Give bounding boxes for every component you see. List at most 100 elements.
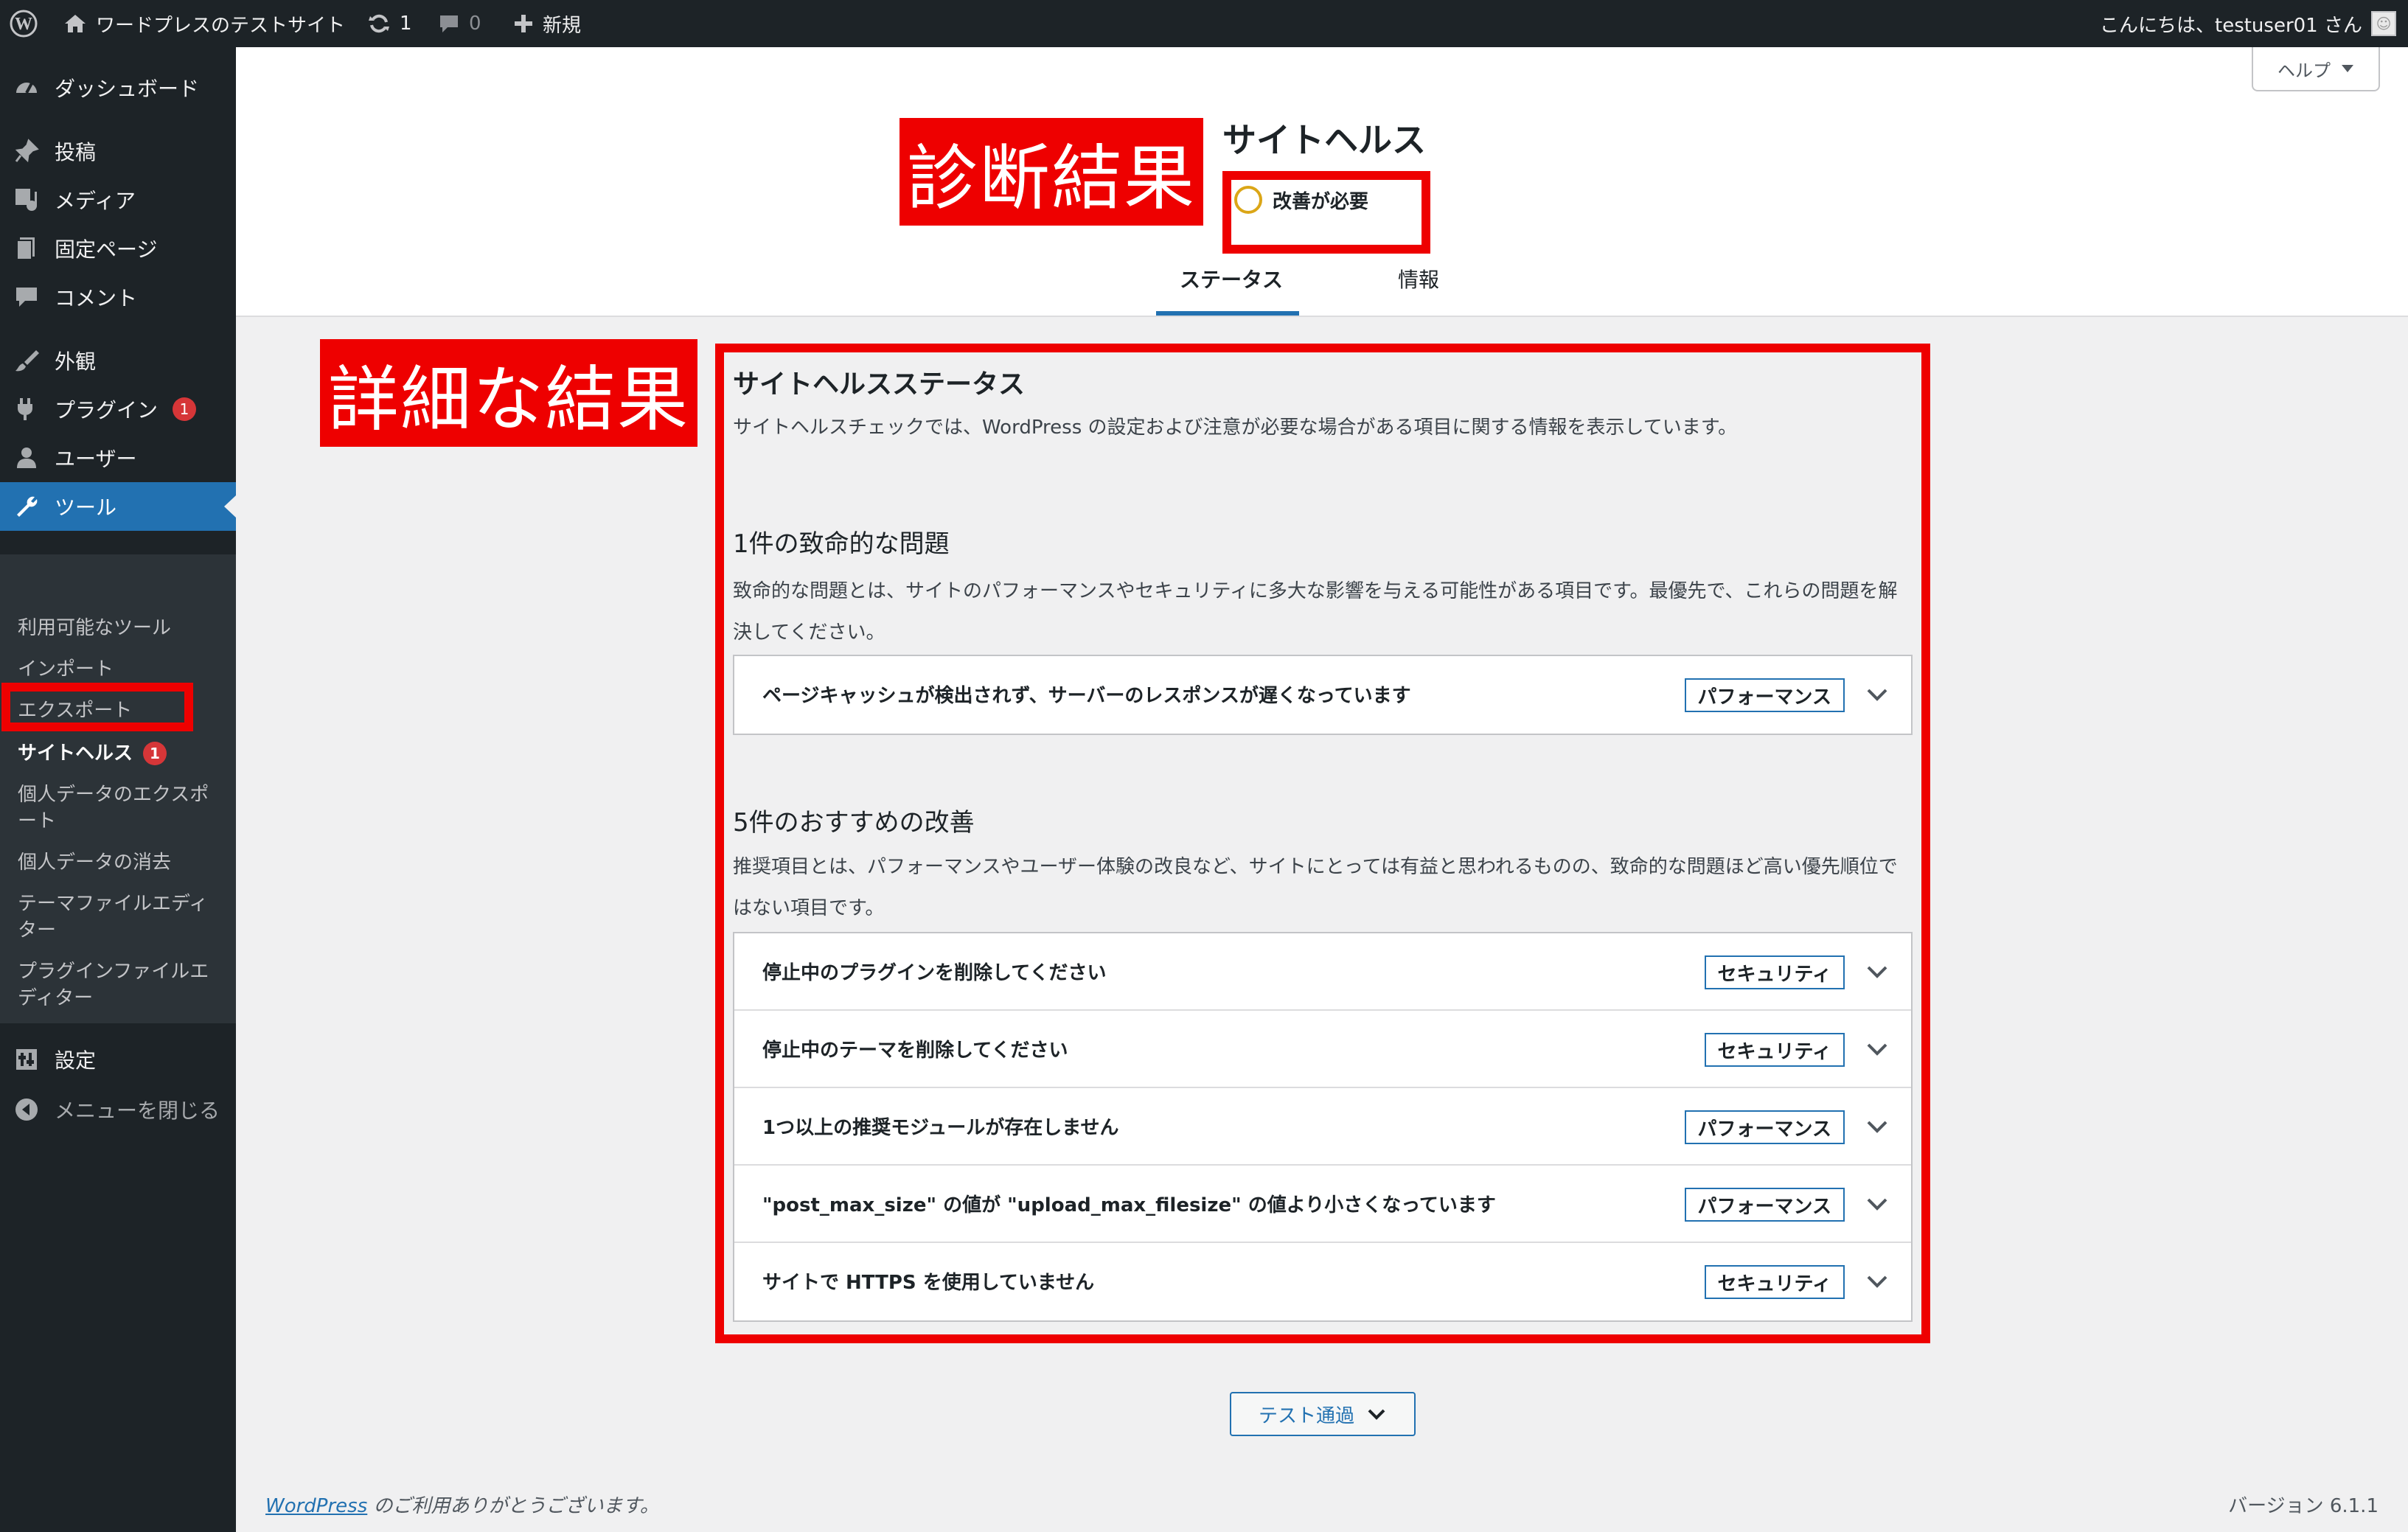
collapse-menu-button[interactable]: メニューを閉じる — [0, 1085, 236, 1134]
section-description: サイトヘルスチェックでは、WordPress の設定および注意が必要な場合がある… — [733, 417, 1738, 439]
issue-title: 1つ以上の推奨モジュールが存在しません — [762, 1117, 1119, 1139]
menu-dashboard[interactable]: ダッシュボード — [0, 63, 236, 112]
recommended-group-description: 推奨項目とは、パフォーマンスやユーザー体験の改良など、サイトにとっては有益と思わ… — [733, 856, 1898, 919]
menu-appearance[interactable]: 外観 — [0, 336, 236, 385]
page-title: サイトヘルス — [1222, 120, 1426, 160]
menu-users[interactable]: ユーザー — [0, 434, 236, 482]
my-account-link[interactable]: こんにちは、testuser01 さん ☺ — [2100, 0, 2396, 47]
chevron-down-icon[interactable] — [1865, 960, 1889, 983]
plugin-update-badge: 1 — [173, 397, 197, 421]
menu-label: メディア — [55, 189, 136, 213]
menu-label: ダッシュボード — [55, 77, 200, 101]
avatar: ☺ — [2371, 11, 2396, 36]
brush-icon — [13, 347, 40, 374]
menu-label: コメント — [55, 286, 138, 310]
site-health-badge: 1 — [143, 742, 167, 765]
menu-label: プラグイン — [55, 398, 159, 422]
issue-row[interactable]: サイトで HTTPS を使用していません セキュリティ — [734, 1243, 1911, 1320]
submenu-import[interactable]: インポート — [18, 656, 224, 683]
footer-version: バージョン 6.1.1 — [2228, 1495, 2379, 1517]
wrench-icon — [13, 493, 40, 520]
menu-label: 設定 — [55, 1048, 97, 1073]
updates-link[interactable]: 1 — [367, 0, 412, 47]
wordpress-link[interactable]: WordPress — [265, 1495, 367, 1517]
dashboard-icon — [13, 74, 40, 101]
help-label: ヘルプ — [2277, 60, 2331, 81]
chevron-down-icon[interactable] — [1865, 1192, 1889, 1216]
issue-row[interactable]: 1つ以上の推奨モジュールが存在しません パフォーマンス — [734, 1088, 1911, 1166]
menu-tools[interactable]: ツール — [0, 482, 236, 531]
issue-row[interactable]: "post_max_size" の値が "upload_max_filesize… — [734, 1166, 1911, 1243]
chevron-down-icon[interactable] — [1865, 1115, 1889, 1138]
critical-group-title: 1件の致命的な問題 — [733, 529, 950, 559]
site-name-link[interactable]: ワードプレスのテストサイト — [63, 0, 345, 47]
refresh-icon — [369, 14, 389, 33]
critical-issue-list: ページキャッシュが検出されず、サーバーのレスポンスが遅くなっています パフォーマ… — [733, 655, 1913, 735]
help-tab-button[interactable]: ヘルプ — [2252, 47, 2380, 91]
issue-title: サイトで HTTPS を使用していません — [762, 1272, 1095, 1294]
tab-info[interactable]: 情報 — [1398, 264, 1439, 293]
issue-category-badge: パフォーマンス — [1684, 1188, 1845, 1222]
settings-icon — [13, 1046, 40, 1073]
issue-category-badge: セキュリティ — [1704, 955, 1845, 989]
chevron-down-icon[interactable] — [1865, 1270, 1889, 1293]
chevron-down-icon — [1368, 1409, 1385, 1420]
menu-label: 投稿 — [55, 140, 97, 164]
issue-category-badge: セキュリティ — [1704, 1265, 1845, 1299]
menu-media[interactable]: メディア — [0, 175, 236, 224]
admin-sidebar: ダッシュボード 投稿 メディア 固定ページ コメント 外観 プラグイン 1 ユー… — [0, 47, 236, 1532]
updates-count: 1 — [400, 13, 412, 35]
submenu-export-personal-data[interactable]: 個人データのエクスポート — [18, 781, 224, 835]
submenu-plugin-file-editor[interactable]: プラグインファイルエディター — [18, 958, 224, 1012]
page-icon — [13, 235, 40, 262]
admin-bar: W ワードプレスのテストサイト 1 0 新規 こんにちは、testuser01 … — [0, 0, 2408, 47]
collapse-icon — [13, 1096, 40, 1123]
menu-label: 外観 — [55, 349, 97, 374]
chevron-down-icon[interactable] — [1865, 1037, 1889, 1061]
submenu-available-tools[interactable]: 利用可能なツール — [18, 615, 224, 641]
menu-pages[interactable]: 固定ページ — [0, 224, 236, 273]
issue-title: 停止中のテーマを削除してください — [762, 1040, 1068, 1062]
issue-title: "post_max_size" の値が "upload_max_filesize… — [762, 1194, 1496, 1216]
comment-icon — [13, 284, 40, 310]
comments-link[interactable]: 0 — [438, 0, 481, 47]
wordpress-logo-icon[interactable]: W — [9, 0, 38, 47]
active-tab-indicator — [1156, 311, 1299, 316]
status-ring-icon — [1234, 186, 1262, 214]
annotation-diagnosis-label: 診断結果 — [899, 118, 1203, 226]
menu-comments[interactable]: コメント — [0, 273, 236, 321]
health-status: 改善が必要 — [1234, 186, 1368, 214]
svg-text:W: W — [15, 15, 32, 34]
tab-status[interactable]: ステータス — [1180, 264, 1283, 293]
issue-title: 停止中のプラグインを削除してください — [762, 962, 1107, 984]
submenu-export[interactable]: エクスポート — [18, 697, 224, 724]
submenu-theme-file-editor[interactable]: テーマファイルエディター — [18, 891, 224, 944]
menu-settings[interactable]: 設定 — [0, 1035, 236, 1084]
chevron-down-icon[interactable] — [1865, 683, 1889, 706]
caret-down-icon — [2342, 65, 2353, 72]
menu-label: メニューを閉じる — [55, 1098, 220, 1123]
menu-label: 固定ページ — [55, 237, 158, 262]
passed-tests-button[interactable]: テスト通過 — [1230, 1392, 1416, 1436]
menu-posts[interactable]: 投稿 — [0, 127, 236, 175]
section-title: サイトヘルスステータス — [733, 369, 1026, 400]
submenu-label: サイトヘルス — [18, 742, 133, 765]
site-name: ワードプレスのテストサイト — [96, 14, 346, 37]
menu-label: ツール — [55, 495, 117, 520]
submenu-erase-personal-data[interactable]: 個人データの消去 — [18, 849, 224, 876]
home-icon — [65, 15, 86, 32]
new-content-link[interactable]: 新規 — [513, 0, 581, 47]
issue-category-badge: パフォーマンス — [1684, 678, 1845, 712]
issue-row[interactable]: 停止中のプラグインを削除してください セキュリティ — [734, 933, 1911, 1011]
issue-category-badge: セキュリティ — [1704, 1033, 1845, 1067]
footer-thanks-text: のご利用ありがとうございます。 — [367, 1495, 659, 1517]
issue-row[interactable]: 停止中のテーマを削除してください セキュリティ — [734, 1011, 1911, 1088]
submenu-site-health[interactable]: サイトヘルス 1 — [18, 740, 224, 767]
issue-row[interactable]: ページキャッシュが検出されず、サーバーのレスポンスが遅くなっています パフォーマ… — [734, 656, 1911, 734]
menu-plugins[interactable]: プラグイン 1 — [0, 385, 236, 434]
plugin-icon — [13, 396, 40, 422]
greeting: こんにちは、testuser01 さん — [2100, 14, 2362, 37]
recommended-issue-list: 停止中のプラグインを削除してください セキュリティ 停止中のテーマを削除してくだ… — [733, 932, 1913, 1322]
issue-category-badge: パフォーマンス — [1684, 1110, 1845, 1144]
passed-tests-label: テスト通過 — [1258, 1404, 1354, 1427]
